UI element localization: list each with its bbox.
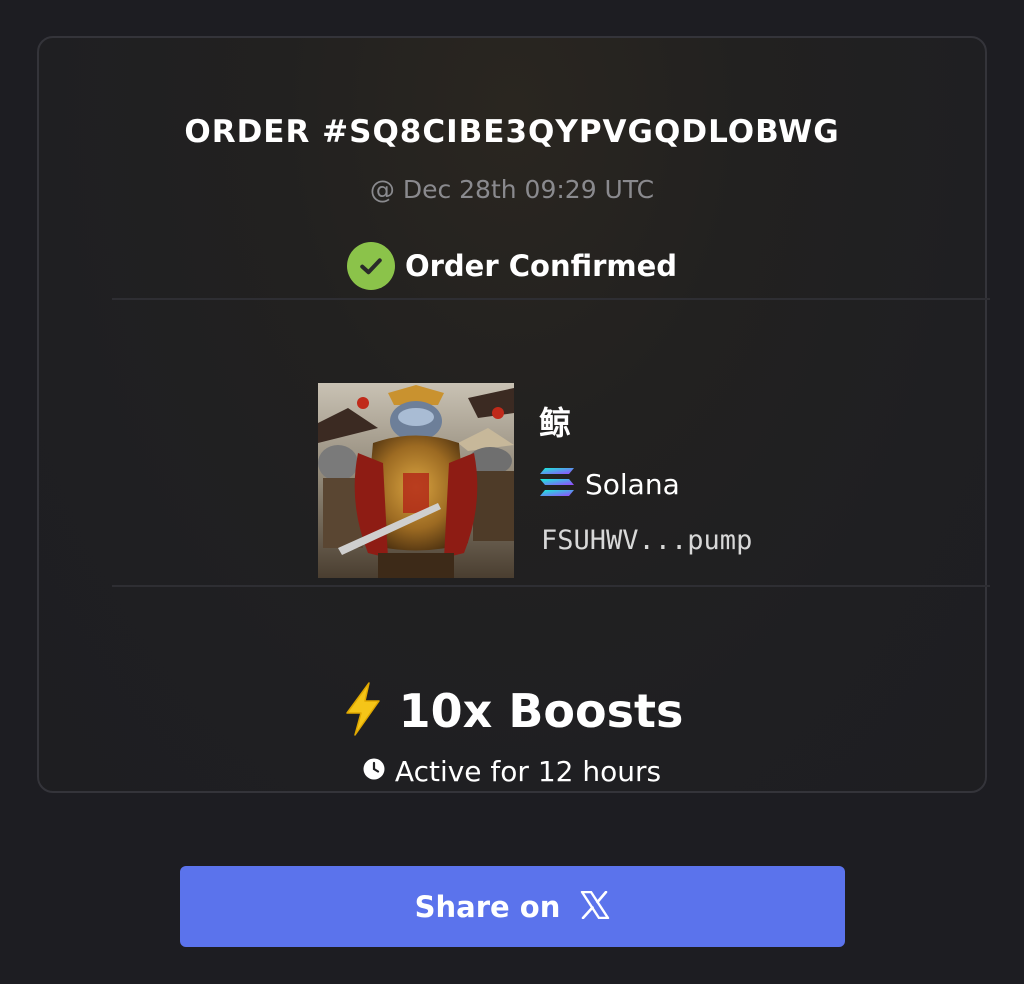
solana-icon <box>539 466 575 502</box>
token-chain: Solana <box>539 463 680 505</box>
order-card: ORDER #SQ8CIBE3QYPVGQDLOBWG @ Dec 28th 0… <box>37 36 990 793</box>
boost-duration: Active for 12 hours <box>39 751 985 791</box>
order-timestamp: @ Dec 28th 09:29 UTC <box>369 175 655 204</box>
order-id: ORDER #SQ8CIBE3QYPVGQDLOBWG <box>184 114 840 150</box>
divider-top <box>112 298 990 300</box>
x-logo-icon <box>580 890 610 923</box>
token-address: FSUHWV...pump <box>541 525 753 556</box>
share-on-x-button[interactable]: Share on <box>180 866 845 947</box>
boosts-label: 10x Boosts <box>398 684 684 738</box>
chain-name: Solana <box>585 467 680 501</box>
clock-icon <box>363 758 385 784</box>
check-circle-icon <box>346 242 395 290</box>
share-button-label: Share on <box>414 889 561 924</box>
status-text: Order Confirmed <box>404 249 678 283</box>
duration-text: Active for 12 hours <box>394 754 662 788</box>
order-status: Order Confirmed <box>39 241 985 291</box>
token-image <box>318 383 514 578</box>
lightning-icon <box>341 681 385 741</box>
divider-bottom <box>112 585 990 587</box>
whale-warrior-image <box>318 383 514 578</box>
token-name: 鲸 <box>539 404 572 442</box>
boost-summary: 10x Boosts <box>39 678 985 744</box>
